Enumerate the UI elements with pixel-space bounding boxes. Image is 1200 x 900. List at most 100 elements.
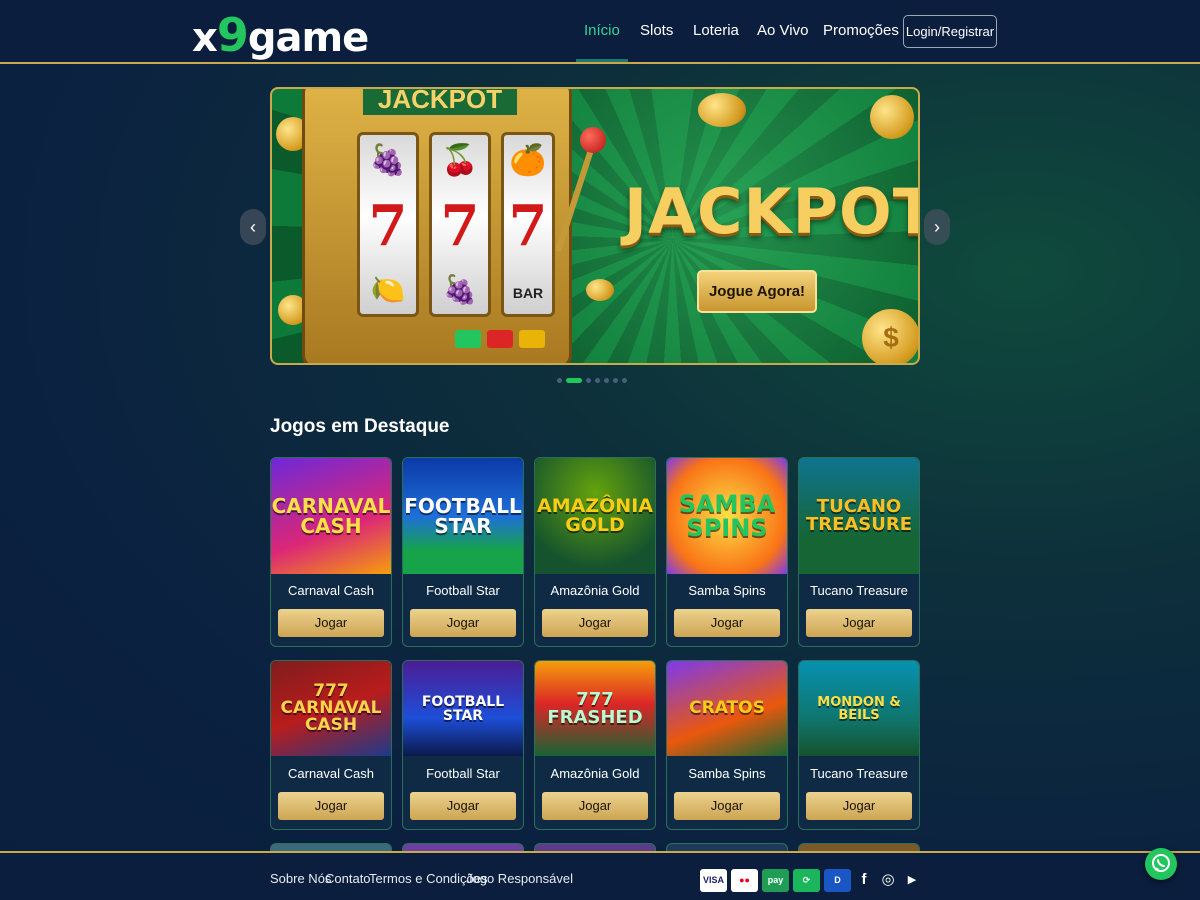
game-title: Tucano Treasure bbox=[810, 766, 908, 781]
carousel-dot[interactable] bbox=[586, 378, 591, 383]
game-thumbnail[interactable]: AMAZÔNIA GOLD bbox=[535, 458, 655, 574]
footer-link-about[interactable]: Sobre Nós bbox=[270, 871, 331, 886]
play-button[interactable]: Jogar bbox=[410, 609, 516, 637]
instagram-icon[interactable]: ◎ bbox=[879, 871, 897, 889]
game-thumbnail[interactable]: FOOTBALL STAR bbox=[403, 661, 523, 756]
coin-icon bbox=[870, 95, 914, 139]
bar-symbol: BAR bbox=[512, 285, 544, 301]
play-button[interactable]: Jogar bbox=[542, 609, 648, 637]
play-button[interactable]: Jogar bbox=[278, 609, 384, 637]
red-button-icon bbox=[487, 330, 513, 348]
game-thumbnail[interactable]: MONDON & BEILS bbox=[799, 661, 919, 756]
reel-1: 🍇 7 🍋 bbox=[357, 132, 419, 317]
play-button[interactable]: Jogar bbox=[806, 792, 912, 820]
logo-nine: 9 bbox=[216, 8, 249, 62]
whatsapp-icon[interactable] bbox=[1145, 848, 1177, 880]
seven-symbol: 7 bbox=[440, 193, 480, 259]
grape-icon: 🍇 bbox=[369, 144, 407, 177]
game-thumbnail[interactable]: TUCANO TREASURE bbox=[799, 458, 919, 574]
logo-game: game bbox=[247, 15, 369, 61]
reel-3: 🍊 7 BAR bbox=[501, 132, 555, 317]
game-thumbnail-text: 777 FRASHED bbox=[547, 688, 643, 728]
play-button[interactable]: Jogar bbox=[674, 792, 780, 820]
game-thumbnail-text: CRATOS bbox=[689, 698, 765, 718]
nav-inicio[interactable]: Início bbox=[576, 0, 628, 62]
slot-machine-illustration: JACKPOT 🍇 7 🍋 🍒 7 🍇 🍊 7 BAR bbox=[302, 89, 572, 363]
nav-promocoes[interactable]: Promoções bbox=[823, 0, 899, 62]
carousel-dot[interactable] bbox=[604, 378, 609, 383]
game-thumbnail-text: MONDON & BEILS bbox=[817, 694, 901, 723]
game-thumbnail-text: FOOTBALL STAR bbox=[421, 693, 505, 724]
nav-ao-vivo[interactable]: Ao Vivo bbox=[757, 0, 808, 62]
nav-loteria[interactable]: Loteria bbox=[693, 0, 739, 62]
game-title: Carnaval Cash bbox=[288, 766, 374, 781]
seven-symbol: 7 bbox=[368, 193, 408, 259]
carousel-prev-icon[interactable]: ‹ bbox=[240, 209, 266, 245]
game-thumbnail-text: TUCANO TREASURE bbox=[805, 496, 913, 535]
game-thumbnail[interactable]: FOOTBALL STAR bbox=[403, 458, 523, 574]
slot-sign: JACKPOT bbox=[360, 89, 520, 118]
cherry-icon: 🍒 bbox=[441, 144, 479, 177]
game-thumbnail[interactable]: SAMBA SPINS bbox=[667, 458, 787, 574]
game-thumbnail-text: FOOTBALL STAR bbox=[404, 494, 522, 538]
yellow-button-icon bbox=[519, 330, 545, 348]
carousel-dot[interactable] bbox=[613, 378, 618, 383]
nav-slots[interactable]: Slots bbox=[640, 0, 673, 62]
game-card[interactable]: AMAZÔNIA GOLD Amazônia Gold Jogar bbox=[534, 457, 656, 647]
site-logo[interactable]: x 9 game bbox=[192, 8, 369, 62]
game-card[interactable]: CRATOS Samba Spins Jogar bbox=[666, 660, 788, 830]
play-now-button[interactable]: Jogue Agora! bbox=[697, 270, 817, 313]
game-thumbnail[interactable]: 777 FRASHED bbox=[535, 661, 655, 756]
dollar-coin-icon: $ bbox=[862, 309, 918, 363]
game-card[interactable]: 777 FRASHED Amazônia Gold Jogar bbox=[534, 660, 656, 830]
orange-icon: 🍊 bbox=[509, 144, 547, 177]
carousel-dot[interactable] bbox=[557, 378, 562, 383]
game-title: Carnaval Cash bbox=[288, 583, 374, 598]
game-thumbnail-text: 777 CARNAVAL CASH bbox=[280, 681, 382, 735]
game-card[interactable]: FOOTBALL STAR Football Star Jogar bbox=[402, 457, 524, 647]
carousel-dot-active[interactable] bbox=[566, 378, 582, 383]
game-card[interactable]: FOOTBALL STAR Football Star Jogar bbox=[402, 660, 524, 830]
play-button[interactable]: Jogar bbox=[278, 792, 384, 820]
site-footer: Sobre Nós Contato Termos e Condições Jog… bbox=[0, 851, 1200, 900]
game-title: Amazônia Gold bbox=[550, 583, 640, 598]
play-button[interactable]: Jogar bbox=[806, 609, 912, 637]
play-button[interactable]: Jogar bbox=[542, 792, 648, 820]
game-title: Football Star bbox=[426, 766, 500, 781]
coin-icon bbox=[698, 93, 746, 127]
footer-link-contact[interactable]: Contato bbox=[325, 871, 371, 886]
game-thumbnail-text: AMAZÔNIA GOLD bbox=[537, 495, 653, 536]
game-title: Samba Spins bbox=[688, 766, 766, 781]
visa-icon: VISA bbox=[700, 869, 727, 892]
game-thumbnail-text: SAMBA SPINS bbox=[678, 490, 776, 542]
coin-icon bbox=[586, 279, 614, 301]
lemon-icon: 🍋 bbox=[370, 274, 406, 305]
game-card[interactable]: MONDON & BEILS Tucano Treasure Jogar bbox=[798, 660, 920, 830]
login-register-button[interactable]: Login/Registrar bbox=[903, 15, 997, 48]
carousel-dots bbox=[557, 378, 627, 384]
game-card[interactable]: 777 CARNAVAL CASH Carnaval Cash Jogar bbox=[270, 660, 392, 830]
diners-icon: D bbox=[824, 869, 851, 892]
game-thumbnail[interactable]: CARNAVAL CASH bbox=[271, 458, 391, 574]
game-card[interactable]: CARNAVAL CASH Carnaval Cash Jogar bbox=[270, 457, 392, 647]
site-header: x 9 game Início Slots Loteria Ao Vivo Prom… bbox=[0, 0, 1200, 64]
game-thumbnail[interactable]: 777 CARNAVAL CASH bbox=[271, 661, 391, 756]
play-button[interactable]: Jogar bbox=[674, 609, 780, 637]
jackpot-banner[interactable]: $ JACKPOT 🍇 7 🍋 🍒 7 🍇 🍊 7 BAR JACKPOT Jo… bbox=[270, 87, 920, 365]
game-thumbnail[interactable]: CRATOS bbox=[667, 661, 787, 756]
green-button-icon bbox=[455, 330, 481, 348]
reel-2: 🍒 7 🍇 bbox=[429, 132, 491, 317]
pagseguro-icon: pay bbox=[762, 869, 789, 892]
section-title: Jogos em Destaque bbox=[270, 416, 450, 437]
carousel-dot[interactable] bbox=[595, 378, 600, 383]
game-card[interactable]: SAMBA SPINS Samba Spins Jogar bbox=[666, 457, 788, 647]
play-button[interactable]: Jogar bbox=[410, 792, 516, 820]
youtube-icon[interactable]: ▶ bbox=[903, 871, 921, 889]
pix-icon: ⟳ bbox=[793, 869, 820, 892]
footer-link-responsible-gaming[interactable]: Jogo Responsável bbox=[466, 871, 573, 886]
game-title: Amazônia Gold bbox=[550, 766, 640, 781]
facebook-icon[interactable]: f bbox=[855, 871, 873, 889]
game-card[interactable]: TUCANO TREASURE Tucano Treasure Jogar bbox=[798, 457, 920, 647]
carousel-next-icon[interactable]: › bbox=[924, 209, 950, 245]
carousel-dot[interactable] bbox=[622, 378, 627, 383]
